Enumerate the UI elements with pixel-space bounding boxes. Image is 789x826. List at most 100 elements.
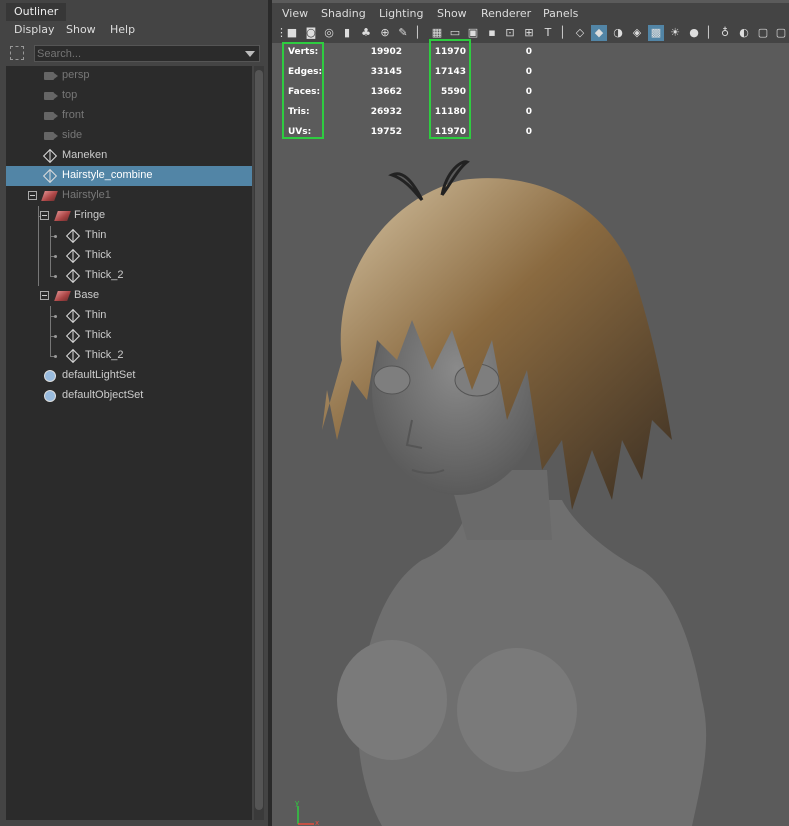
hud-row-verts: Verts: 19902 11970 0 xyxy=(282,44,542,64)
camera-attributes-icon[interactable]: ◎ xyxy=(321,25,337,41)
outliner-item-front[interactable]: front xyxy=(6,106,252,126)
mesh-icon xyxy=(65,308,81,324)
camera-lock-icon[interactable]: ◙ xyxy=(303,25,319,41)
hud-label: Tris: xyxy=(288,107,310,117)
menu-display[interactable]: Display xyxy=(14,23,55,36)
collapse-toggle[interactable] xyxy=(28,191,37,200)
hud-row-tris: Tris: 26932 11180 0 xyxy=(282,104,542,124)
outliner-item-base[interactable]: Base xyxy=(6,286,252,306)
outliner-item-top[interactable]: top xyxy=(6,86,252,106)
menu-view[interactable]: View xyxy=(282,7,308,20)
outliner-item-hairstyle-combine[interactable]: Hairstyle_combine xyxy=(6,166,252,186)
wireframe-icon[interactable]: ◇ xyxy=(572,25,588,41)
hud-row-edges: Edges: 33145 17143 0 xyxy=(282,64,542,84)
outliner-item-base-thin[interactable]: Thin xyxy=(6,306,252,326)
outliner-item-base-thick-2[interactable]: Thick_2 xyxy=(6,346,252,366)
outliner-item-base-thick[interactable]: Thick xyxy=(6,326,252,346)
hud-components: 0 xyxy=(525,87,532,97)
item-label: Maneken xyxy=(62,149,108,161)
viewport-panel[interactable]: View Shading Lighting Show Renderer Pane… xyxy=(272,0,789,826)
item-label: side xyxy=(62,129,83,141)
mesh-icon xyxy=(65,248,81,264)
grease-pencil-icon[interactable]: ✎ xyxy=(395,25,411,41)
motion-blur-icon[interactable]: ◐ xyxy=(736,25,752,41)
search-box[interactable] xyxy=(34,45,260,62)
use-all-lights-icon[interactable]: ☀ xyxy=(667,25,683,41)
multisample-aa-icon[interactable]: ▢ xyxy=(755,25,771,41)
menu-shading[interactable]: Shading xyxy=(321,7,366,20)
chevron-down-icon[interactable] xyxy=(245,51,255,57)
outliner-scrollbar[interactable] xyxy=(254,66,264,820)
tree-dot xyxy=(54,235,57,238)
item-label: Hairstyle_combine xyxy=(62,169,153,181)
outliner-item-fringe-thick[interactable]: Thick xyxy=(6,246,252,266)
toolbar-separator: │ xyxy=(414,26,421,39)
mesh-icon xyxy=(65,348,81,364)
outliner-item-persp[interactable]: persp xyxy=(6,66,252,86)
item-label: Thick_2 xyxy=(85,349,124,361)
eye-left xyxy=(373,365,411,395)
safe-action-icon[interactable]: ⊞ xyxy=(521,25,537,41)
toolbar-separator: │ xyxy=(559,26,566,39)
outliner-item-fringe-thick-2[interactable]: Thick_2 xyxy=(6,266,252,286)
outliner-item-default-light-set[interactable]: defaultLightSet xyxy=(6,366,252,386)
outliner-item-fringe[interactable]: Fringe xyxy=(6,206,252,226)
screen-space-ao-icon[interactable]: ♁ xyxy=(717,25,733,41)
search-input[interactable] xyxy=(37,47,237,60)
mesh-icon xyxy=(65,228,81,244)
hud-total: 33145 xyxy=(370,67,402,77)
search-row xyxy=(0,44,268,66)
menu-lighting[interactable]: Lighting xyxy=(379,7,423,20)
smooth-shade-icon[interactable]: ◆ xyxy=(591,25,607,41)
toolbar-handle-icon: ⋮ xyxy=(276,26,287,39)
default-material-icon[interactable]: ◑ xyxy=(610,25,626,41)
outliner-tab[interactable]: Outliner xyxy=(6,3,67,21)
camera-icon xyxy=(44,72,58,80)
hud-selected: 5590 xyxy=(440,87,466,97)
hud-row-faces: Faces: 13662 5590 0 xyxy=(282,84,542,104)
wireframe-on-shaded-icon[interactable]: ◈ xyxy=(629,25,645,41)
hud-total: 19902 xyxy=(370,47,402,57)
textured-icon[interactable]: ▩ xyxy=(648,25,664,41)
poly-count-hud: Verts: 19902 11970 0 Edges: 33145 17143 … xyxy=(282,44,542,144)
safe-title-icon[interactable]: T xyxy=(540,25,556,41)
image-plane-icon[interactable]: ♣ xyxy=(358,25,374,41)
camera-icon xyxy=(44,112,58,120)
outliner-item-hairstyle1[interactable]: Hairstyle1 xyxy=(6,186,252,206)
hud-selected: 17143 xyxy=(434,67,466,77)
camera-icon[interactable]: ■ xyxy=(284,25,300,41)
toolbar-overflow-icon[interactable]: ▢ xyxy=(773,25,789,41)
mesh-icon xyxy=(42,168,58,184)
filter-icon[interactable] xyxy=(10,46,24,60)
menu-renderer[interactable]: Renderer xyxy=(481,7,531,20)
hud-components: 0 xyxy=(525,47,532,57)
item-label: defaultLightSet xyxy=(62,369,136,381)
camera-icon xyxy=(44,132,58,140)
outliner-item-default-object-set[interactable]: defaultObjectSet xyxy=(6,386,252,406)
menu-show[interactable]: Show xyxy=(66,23,96,36)
shadows-icon[interactable]: ● xyxy=(686,25,702,41)
item-label: Thick_2 xyxy=(85,269,124,281)
collapse-toggle[interactable] xyxy=(40,211,49,220)
outliner-item-maneken[interactable]: Maneken xyxy=(6,146,252,166)
tree-dot xyxy=(54,275,57,278)
item-label: Fringe xyxy=(74,209,106,221)
axis-y-label: y xyxy=(295,799,299,807)
collapse-toggle[interactable] xyxy=(40,291,49,300)
outliner-item-side[interactable]: side xyxy=(6,126,252,146)
field-chart-icon[interactable]: ⊡ xyxy=(502,25,518,41)
item-label: persp xyxy=(62,69,90,81)
hud-total: 19752 xyxy=(370,127,402,137)
menu-panels[interactable]: Panels xyxy=(543,7,578,20)
bookmark-icon[interactable]: ▮ xyxy=(339,25,355,41)
scrollbar-thumb[interactable] xyxy=(255,70,263,810)
hud-label: Edges: xyxy=(288,67,323,77)
2d-pan-zoom-icon[interactable]: ⊕ xyxy=(377,25,393,41)
menu-show[interactable]: Show xyxy=(437,7,467,20)
outliner-item-fringe-thin[interactable]: Thin xyxy=(6,226,252,246)
viewport-toolbar: ⋮ ■ ◙ ◎ ▮ ♣ ⊕ ✎ │ ▦ ▭ ▣ ▪ ⊡ ⊞ T │ ◇ ◆ ◑ … xyxy=(272,23,789,43)
character-model[interactable] xyxy=(272,140,789,826)
gate-mask-icon[interactable]: ▪ xyxy=(484,25,500,41)
group-icon xyxy=(41,191,58,201)
menu-help[interactable]: Help xyxy=(110,23,135,36)
